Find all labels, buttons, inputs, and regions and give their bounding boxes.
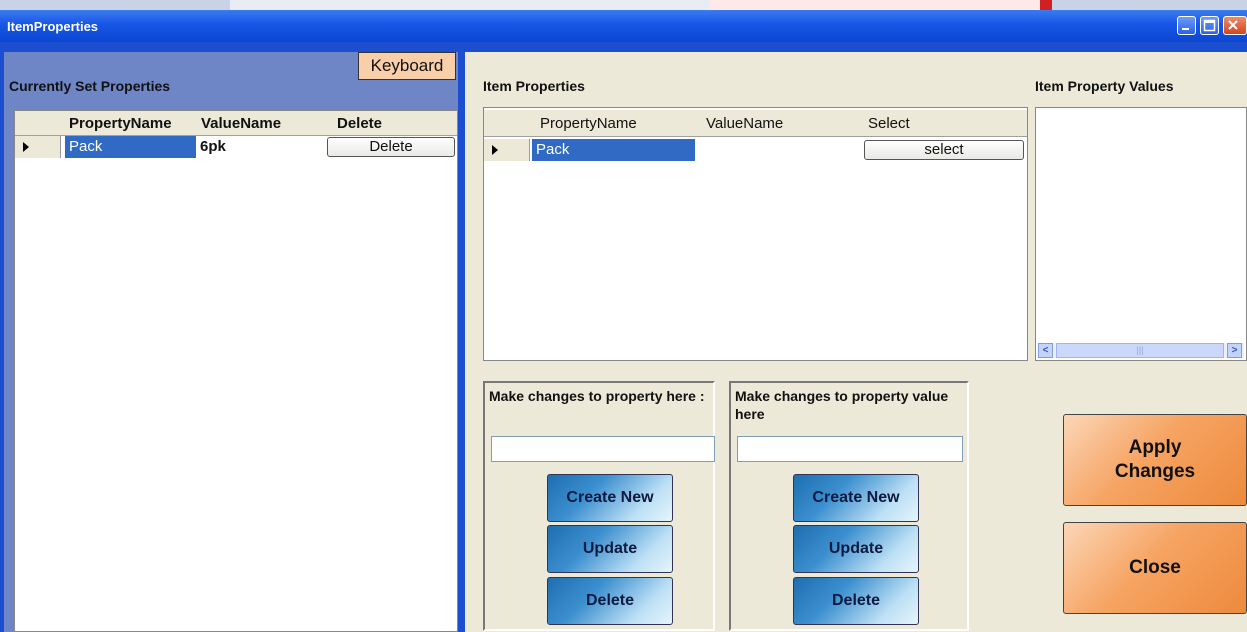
item-property-values-label: Item Property Values xyxy=(1035,78,1174,94)
item-property-values-list[interactable]: < ||| > xyxy=(1035,107,1247,361)
column-header-propertyname[interactable]: PropertyName xyxy=(540,115,637,132)
value-change-label: Make changes to property value here xyxy=(735,388,949,422)
row-pointer-icon xyxy=(23,142,29,152)
property-change-box: Make changes to property here : Create N… xyxy=(483,381,715,631)
title-bar[interactable]: ItemProperties xyxy=(0,10,1247,42)
grid-header: PropertyName ValueName Select xyxy=(484,110,1027,137)
value-delete-button[interactable]: Delete xyxy=(793,577,919,625)
select-row-button[interactable]: select xyxy=(864,140,1024,160)
value-input[interactable] xyxy=(737,436,963,462)
property-create-new-button[interactable]: Create New xyxy=(547,474,673,522)
close-icon[interactable] xyxy=(1223,16,1247,35)
delete-row-button[interactable]: Delete xyxy=(327,137,455,157)
apply-changes-label: Apply Changes xyxy=(1114,437,1196,482)
item-properties-label: Item Properties xyxy=(483,78,585,94)
grid-header: PropertyName ValueName Delete xyxy=(15,111,457,136)
property-change-label: Make changes to property here : xyxy=(489,388,705,404)
close-label: Close xyxy=(1129,557,1181,578)
item-properties-panel: Item Properties Item Property Values Pro… xyxy=(465,52,1247,632)
scroll-left-icon[interactable]: < xyxy=(1038,343,1053,358)
cell-property-name[interactable]: Pack xyxy=(65,136,196,158)
item-properties-window: ItemProperties Keyboard Currently Set Pr… xyxy=(0,10,1247,632)
column-header-valuename[interactable]: ValueName xyxy=(201,115,281,132)
table-row[interactable]: Pack select xyxy=(484,139,1027,161)
horizontal-scrollbar[interactable]: < ||| > xyxy=(1038,343,1244,358)
property-update-button[interactable]: Update xyxy=(547,525,673,573)
property-delete-button[interactable]: Delete xyxy=(547,577,673,625)
value-create-new-button[interactable]: Create New xyxy=(793,474,919,522)
property-input[interactable] xyxy=(491,436,715,462)
column-header-delete[interactable]: Delete xyxy=(337,115,382,132)
apply-changes-button[interactable]: Apply Changes xyxy=(1063,414,1247,506)
value-update-button[interactable]: Update xyxy=(793,525,919,573)
currently-set-properties-title: Currently Set Properties xyxy=(9,78,171,94)
cell-value-name[interactable]: 6pk xyxy=(196,136,326,158)
scroll-thumb[interactable]: ||| xyxy=(1056,343,1224,358)
item-properties-grid[interactable]: PropertyName ValueName Select Pack selec… xyxy=(483,107,1028,361)
close-button[interactable]: Close xyxy=(1063,522,1247,614)
keyboard-button[interactable]: Keyboard xyxy=(358,52,456,80)
column-header-valuename[interactable]: ValueName xyxy=(706,115,783,132)
column-header-select[interactable]: Select xyxy=(868,115,910,132)
current-properties-grid[interactable]: PropertyName ValueName Delete Pack 6pk D… xyxy=(14,110,458,632)
cell-value-name[interactable] xyxy=(695,139,862,161)
maximize-icon[interactable] xyxy=(1200,16,1219,35)
row-header[interactable] xyxy=(484,139,530,161)
minimize-icon[interactable] xyxy=(1177,16,1196,35)
window-title: ItemProperties xyxy=(7,19,99,34)
cell-property-name[interactable]: Pack xyxy=(532,139,695,161)
row-pointer-icon xyxy=(492,145,498,155)
table-row[interactable]: Pack 6pk Delete xyxy=(15,136,457,158)
column-header-propertyname[interactable]: PropertyName xyxy=(69,115,172,132)
scroll-right-icon[interactable]: > xyxy=(1227,343,1242,358)
value-change-box: Make changes to property value here Crea… xyxy=(729,381,969,631)
row-header[interactable] xyxy=(15,136,61,158)
background-window-strip xyxy=(0,0,1247,10)
